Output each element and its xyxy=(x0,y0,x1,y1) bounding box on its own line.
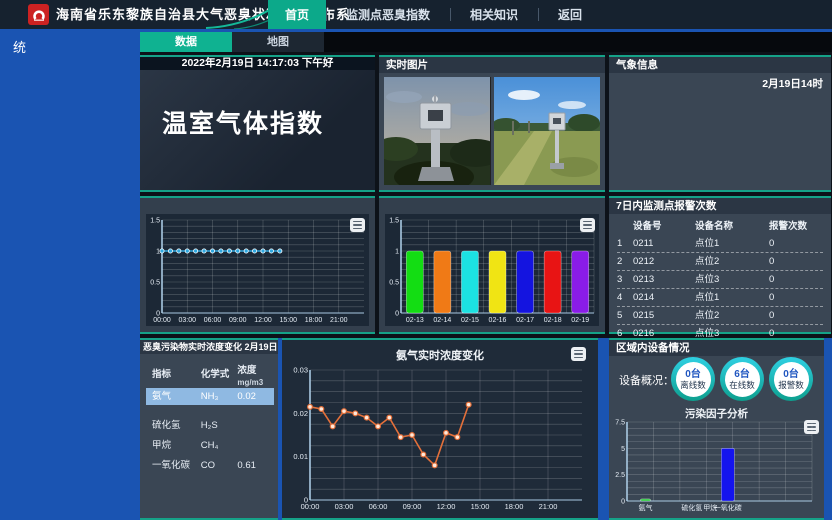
sidebar-text: 统 xyxy=(0,32,140,56)
svg-text:09:00: 09:00 xyxy=(229,317,247,324)
svg-text:氨气: 氨气 xyxy=(639,503,653,512)
svg-text:7.5: 7.5 xyxy=(615,420,625,427)
odor-table-row[interactable]: 甲烷CH₄ xyxy=(152,437,274,454)
greenhouse-chart: 00:00 03:00 06:00 09:00 12:00 15:00 18:00 21:00… xyxy=(146,214,369,326)
svg-text:5: 5 xyxy=(621,446,625,453)
svg-text:0.01: 0.01 xyxy=(293,452,308,461)
odor-table-row[interactable]: 氨气NH₃0.02 xyxy=(146,388,274,405)
svg-text:02-19: 02-19 xyxy=(571,317,589,324)
alarm-table-header: 设备号设备名称报警次数 xyxy=(617,218,823,235)
alarm-table-row: 10211点位10 xyxy=(617,235,823,253)
svg-text:0: 0 xyxy=(395,311,399,318)
svg-text:21:00: 21:00 xyxy=(330,317,348,324)
alarm-table-title: 7日内监测点报警次数 xyxy=(609,198,831,214)
nav-item-0[interactable]: 首页 xyxy=(268,0,326,29)
odor-table-row[interactable]: 硫化氢H₂S xyxy=(152,417,274,434)
svg-text:1: 1 xyxy=(395,249,399,256)
panel-greenhouse-chart: 00:00 03:00 06:00 09:00 12:00 15:00 18:00 21:00… xyxy=(140,196,375,334)
device-circles: 0台离线数6台在线数0台报警数 xyxy=(671,357,813,401)
alarm-table-row: 40214点位10 xyxy=(617,289,823,307)
greenhouse-title: 温室气体指数 xyxy=(140,70,375,140)
greenhouse-body: 温室气体指数 xyxy=(140,70,375,190)
svg-text:0.5: 0.5 xyxy=(389,280,399,287)
datetime-greeting: 2022年2月19日 14:17:03 下午好 xyxy=(140,57,375,70)
odor-title: 恶臭污染物实时浓度变化 2月19日14时 xyxy=(140,340,278,354)
topbar-nav: 首页监测点恶臭指数相关知识返回 xyxy=(268,0,602,29)
svg-text:15:00: 15:00 xyxy=(471,502,490,511)
panel-odor-pollutants: 恶臭污染物实时浓度变化 2月19日14时 指标化学式浓度mg/m3氨气NH₃0.… xyxy=(140,338,278,520)
site-photo-1 xyxy=(384,77,491,185)
svg-text:0.02: 0.02 xyxy=(293,409,308,418)
tab-bar: 数据地图 xyxy=(140,32,832,52)
svg-text:02-17: 02-17 xyxy=(516,317,534,324)
svg-text:18:00: 18:00 xyxy=(505,502,524,511)
svg-text:0.5: 0.5 xyxy=(150,280,160,287)
odor-table-row[interactable]: 一氧化碳CO0.61 xyxy=(152,457,274,474)
site-photo-2 xyxy=(494,77,601,185)
panel-live-photos: 实时图片 xyxy=(379,55,605,192)
svg-text:02-18: 02-18 xyxy=(544,317,562,324)
svg-text:09:00: 09:00 xyxy=(403,502,422,511)
svg-text:12:00: 12:00 xyxy=(437,502,456,511)
svg-text:06:00: 06:00 xyxy=(204,317,222,324)
chart-menu-icon[interactable] xyxy=(580,218,595,232)
panel-daily-bars-chart: 0 0.5 1 1.5 02-13 02-14 02-15 02-16 02-17 02-18 02… xyxy=(379,196,605,334)
svg-text:03:00: 03:00 xyxy=(335,502,354,511)
svg-text:1.5: 1.5 xyxy=(389,218,399,225)
panel-greenhouse-index: 2022年2月19日 14:17:03 下午好 温室气体指数 xyxy=(140,55,375,192)
svg-text:0.03: 0.03 xyxy=(293,366,308,375)
chart-menu-icon[interactable] xyxy=(350,218,365,232)
nav-item-1[interactable]: 监测点恶臭指数 xyxy=(326,0,450,29)
sidebar: 统 xyxy=(0,32,140,520)
svg-text:一氧化碳: 一氧化碳 xyxy=(714,503,742,512)
device-circle-0: 0台离线数 xyxy=(671,357,715,401)
svg-text:02-14: 02-14 xyxy=(433,317,451,324)
region-devices-title: 区域内设备情况 xyxy=(609,340,824,356)
odor-table: 指标化学式浓度mg/m3氨气NH₃0.02 硫化氢H₂S 甲烷CH₄ 一氧化碳CO0.… xyxy=(140,354,278,474)
svg-text:18:00: 18:00 xyxy=(305,317,323,324)
svg-text:06:00: 06:00 xyxy=(369,502,388,511)
svg-text:0: 0 xyxy=(621,499,625,506)
nav-item-2[interactable]: 相关知识 xyxy=(450,0,538,29)
alarm-table: 设备号设备名称报警次数10211点位1020212点位2030213点位3040… xyxy=(609,214,831,343)
alarm-table-row: 30213点位30 xyxy=(617,271,823,289)
panel-ammonia-chart: 氨气实时浓度变化 00:0003:0006:0009:0012:0015:001… xyxy=(282,338,598,520)
svg-text:12:00: 12:00 xyxy=(254,317,272,324)
chart-menu-icon[interactable] xyxy=(571,347,586,361)
svg-text:02-16: 02-16 xyxy=(489,317,507,324)
panel-region-devices: 区域内设备情况 设备概况： 0台离线数6台在线数0台报警数 污染因子分析 02.… xyxy=(609,338,824,520)
ammonia-chart-title: 氨气实时浓度变化 xyxy=(282,347,598,363)
app-logo-icon xyxy=(28,4,49,25)
svg-text:硫化氢: 硫化氢 xyxy=(681,503,702,512)
svg-text:02-13: 02-13 xyxy=(406,317,424,324)
svg-text:0: 0 xyxy=(156,311,160,318)
daily-bars-chart: 0 0.5 1 1.5 02-13 02-14 02-15 02-16 02-17 02-18 02… xyxy=(385,214,599,326)
odor-table-header: 指标化学式浓度mg/m3 xyxy=(152,362,274,387)
svg-text:03:00: 03:00 xyxy=(178,317,196,324)
device-circle-2: 0台报警数 xyxy=(769,357,813,401)
tab-1[interactable]: 地图 xyxy=(232,32,324,52)
panel-alarm-table: 7日内监测点报警次数 设备号设备名称报警次数10211点位1020212点位20… xyxy=(609,196,831,334)
svg-text:2.5: 2.5 xyxy=(615,472,625,479)
svg-text:02-15: 02-15 xyxy=(461,317,479,324)
svg-text:21:00: 21:00 xyxy=(539,502,558,511)
tab-0[interactable]: 数据 xyxy=(140,32,232,52)
alarm-table-row: 50215点位20 xyxy=(617,307,823,325)
device-circle-1: 6台在线数 xyxy=(720,357,764,401)
svg-text:0: 0 xyxy=(304,496,308,505)
nav-item-3[interactable]: 返回 xyxy=(538,0,602,29)
alarm-table-row: 20212点位20 xyxy=(617,253,823,271)
svg-text:1.5: 1.5 xyxy=(150,218,160,225)
live-photos-title: 实时图片 xyxy=(379,57,605,73)
device-overview-label: 设备概况： xyxy=(619,372,674,388)
svg-text:00:00: 00:00 xyxy=(153,317,171,324)
svg-text:15:00: 15:00 xyxy=(279,317,297,324)
weather-time: 2月19日14时 xyxy=(762,76,823,91)
weather-title: 气象信息 xyxy=(609,57,831,73)
panel-weather-info: 气象信息 2月19日14时 xyxy=(609,55,831,192)
svg-text:1: 1 xyxy=(156,249,160,256)
